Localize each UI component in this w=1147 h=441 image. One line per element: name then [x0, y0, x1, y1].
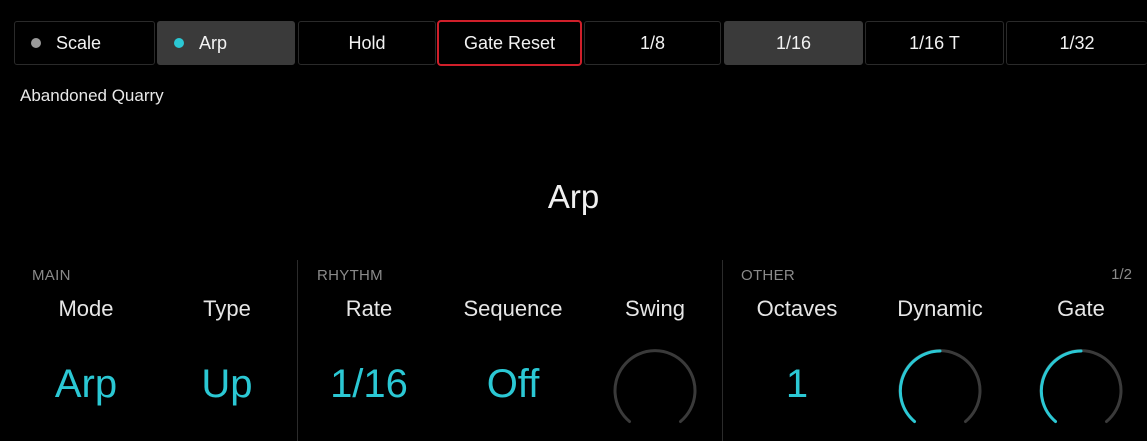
- param-dynamic-label: Dynamic: [897, 296, 983, 321]
- tab-rate-1-16-t-label: 1/16 T: [909, 32, 960, 53]
- section-other-label: OTHER: [741, 267, 795, 284]
- gate-knob[interactable]: [1036, 346, 1126, 436]
- param-type-value[interactable]: Up: [157, 362, 297, 407]
- param-sequence-label: Sequence: [463, 296, 563, 321]
- param-sequence-value[interactable]: Off: [443, 362, 583, 407]
- arp-indicator-dot: [174, 38, 184, 48]
- param-type-label: Type: [203, 296, 251, 321]
- tab-hold-label: Hold: [348, 32, 386, 53]
- param-octaves-label: Octaves: [756, 296, 838, 321]
- mode-tab-bar: Scale Arp Hold Gate Reset 1/8 1/16 1/16 …: [14, 20, 1147, 67]
- tab-gate-reset[interactable]: Gate Reset: [437, 20, 582, 66]
- tab-scale-label: Scale: [56, 32, 102, 53]
- tab-arp-label: Arp: [199, 32, 228, 53]
- tab-hold[interactable]: Hold: [298, 21, 436, 65]
- tab-scale[interactable]: Scale: [14, 21, 155, 65]
- scale-indicator-dot: [31, 38, 41, 48]
- page-indicator: 1/2: [1111, 266, 1132, 283]
- param-gate-label: Gate: [1057, 296, 1105, 321]
- tab-rate-1-32[interactable]: 1/32: [1006, 21, 1147, 65]
- dynamic-knob[interactable]: [895, 346, 985, 436]
- param-mode-value[interactable]: Arp: [16, 362, 156, 407]
- tab-rate-1-16-t[interactable]: 1/16 T: [865, 21, 1004, 65]
- page-title: Arp: [547, 178, 600, 215]
- tab-rate-1-16[interactable]: 1/16: [724, 21, 863, 65]
- param-rate-value[interactable]: 1/16: [299, 362, 439, 407]
- param-mode-label: Mode: [58, 296, 114, 321]
- preset-name: Abandoned Quarry: [20, 86, 164, 105]
- tab-rate-1-32-label: 1/32: [1059, 32, 1095, 53]
- section-divider: [297, 260, 298, 441]
- tab-arp[interactable]: Arp: [157, 21, 295, 65]
- tab-rate-1-16-label: 1/16: [775, 32, 812, 53]
- param-octaves-value[interactable]: 1: [727, 362, 867, 407]
- tab-rate-1-8-label: 1/8: [639, 32, 666, 53]
- tab-rate-1-8[interactable]: 1/8: [584, 21, 721, 65]
- section-divider: [722, 260, 723, 441]
- param-swing-label: Swing: [625, 296, 685, 321]
- param-rate-label: Rate: [345, 296, 393, 321]
- section-rhythm-label: RHYTHM: [317, 267, 383, 284]
- tab-gate-reset-label: Gate Reset: [463, 32, 556, 53]
- swing-knob[interactable]: [610, 346, 700, 436]
- section-main-label: MAIN: [32, 267, 71, 284]
